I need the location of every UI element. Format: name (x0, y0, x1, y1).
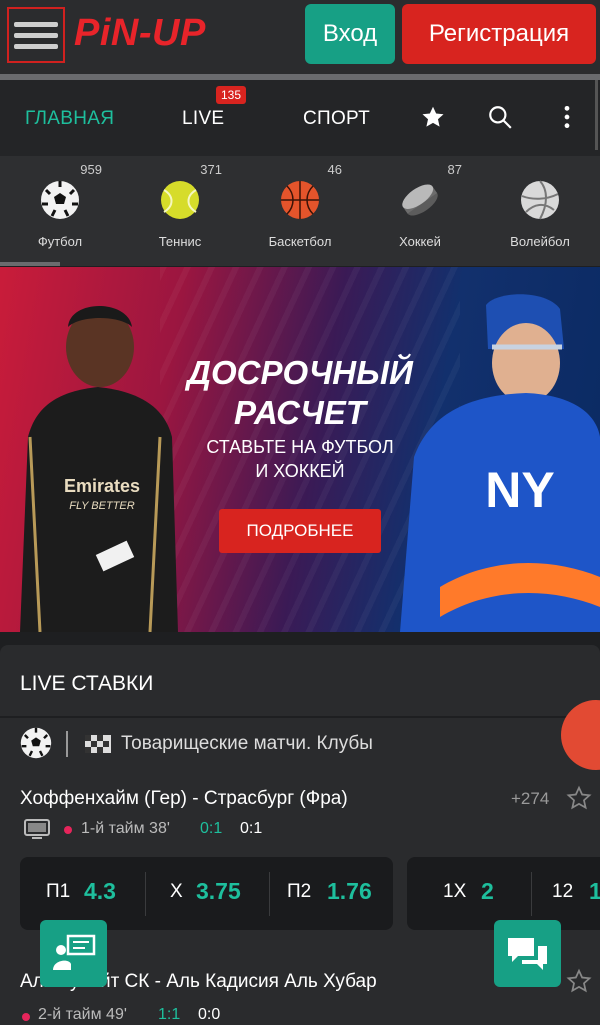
sport-count: 959 (80, 162, 102, 177)
sport-count: 371 (200, 162, 222, 177)
banner-more-button[interactable]: ПОДРОБНЕЕ (219, 509, 381, 553)
match-period: 2-й тайм 49' (38, 1006, 127, 1023)
top-header: PiN-UP Вход Регистрация (0, 0, 600, 74)
sport-label: Теннис (158, 234, 202, 249)
match-half-score: 0:1 (200, 820, 223, 837)
search-icon[interactable] (487, 104, 513, 130)
sport-item-football[interactable]: 959 Футбол (0, 156, 120, 266)
page-scrollbar[interactable] (595, 80, 598, 150)
match-score: 0:0 (198, 1006, 221, 1023)
odd-label: П2 (287, 881, 312, 902)
odd-value: 1.76 (327, 878, 372, 904)
more-vertical-icon[interactable] (560, 104, 574, 130)
odd-label: 12 (552, 881, 574, 902)
sport-label: Футбол (37, 234, 83, 249)
tv-icon[interactable] (24, 819, 50, 839)
hamburger-icon[interactable] (7, 7, 65, 63)
odd-value: 4.3 (84, 878, 116, 904)
match-period: 1-й тайм 38' (81, 820, 170, 837)
live-count-badge: 135 (216, 86, 247, 104)
league-name: Товарищеские матчи. Клубы (121, 733, 373, 754)
sports-carousel: 959 Футбол 371 Теннис 46 Баскетбол 87 Хо… (0, 156, 600, 266)
sport-count: 46 (327, 162, 342, 177)
banner-sub-line2: И ХОККЕЙ (255, 461, 345, 481)
jersey-sponsor: Emirates (64, 476, 140, 496)
favorite-star-icon[interactable] (566, 968, 592, 994)
sport-label: Баскетбол (268, 234, 332, 249)
live-indicator (22, 1013, 30, 1021)
hockey-player-image: NY (400, 294, 600, 632)
jersey-logo: NY (485, 462, 554, 518)
presentation-fab-button[interactable] (40, 920, 107, 987)
banner-title-line1: ДОСРОЧНЫЙ (187, 354, 413, 391)
sport-item-hockey[interactable]: 87 Хоккей (360, 156, 480, 266)
sport-item-tennis[interactable]: 371 Теннис (120, 156, 240, 266)
sport-label: Хоккей (399, 234, 441, 249)
presentation-icon (53, 934, 96, 970)
football-player-image: Emirates FLY BETTER (20, 306, 178, 632)
odd-p2[interactable]: П2 1.76 (269, 857, 393, 930)
banner-sub-line1: СТАВЬТЕ НА ФУТБОЛ (206, 437, 394, 457)
soccer-ball-icon (41, 181, 79, 219)
world-flag-icon (85, 735, 111, 753)
odd-label: X (170, 881, 183, 902)
match-score: 0:1 (240, 820, 263, 837)
sport-count: 87 (447, 162, 462, 177)
odd-label: 1X (443, 881, 467, 902)
live-section-title: LIVE СТАВКИ (20, 672, 154, 695)
odd-value: 3.75 (196, 878, 241, 904)
register-button[interactable]: Регистрация (402, 4, 596, 64)
login-button[interactable]: Вход (305, 4, 395, 64)
chat-fab-button[interactable] (494, 920, 561, 987)
live-indicator (64, 826, 72, 834)
promo-banner[interactable]: Emirates FLY BETTER NY ДОСРОЧНЫЙ РАСЧЕТ … (0, 267, 600, 632)
nav-tab-live[interactable]: LIVE (182, 108, 224, 130)
match-half-score: 1:1 (158, 1006, 181, 1023)
sport-label: Волейбол (510, 234, 570, 249)
star-icon[interactable] (420, 104, 446, 130)
burger-bar-1 (14, 21, 58, 27)
banner-subtitle: СТАВЬТЕ НА ФУТБОЛ И ХОККЕЙ (180, 435, 420, 483)
match-status: 1-й тайм 38' 0:1 0:1 (20, 818, 420, 842)
league-separator (66, 731, 68, 757)
banner-title-line2: РАСЧЕТ (234, 394, 366, 431)
nav-tab-home[interactable]: ГЛАВНАЯ (25, 108, 114, 130)
main-nav: ГЛАВНАЯ LIVE 135 СПОРТ (0, 80, 600, 156)
jersey-sponsor-sub: FLY BETTER (69, 500, 134, 512)
league-header[interactable]: Товарищеские матчи. Клубы (20, 727, 580, 761)
volleyball-icon (521, 180, 559, 220)
section-divider (0, 716, 600, 718)
brand-logo[interactable]: PiN-UP (74, 12, 206, 55)
nav-tab-sport[interactable]: СПОРТ (303, 108, 370, 130)
tennis-ball-icon (161, 181, 199, 219)
sport-item-basketball[interactable]: 46 Баскетбол (240, 156, 360, 266)
odd-label: П1 (46, 881, 71, 902)
soccer-ball-icon (20, 727, 52, 759)
page: PiN-UP Вход Регистрация ГЛАВНАЯ LIVE 135… (0, 0, 600, 1025)
burger-bar-2 (14, 32, 58, 38)
sports-scroll-indicator (0, 262, 60, 266)
odd-x[interactable]: X 3.75 (145, 857, 269, 930)
odd-value: 2 (481, 878, 494, 904)
chat-icon (508, 938, 547, 970)
hockey-puck-icon (402, 184, 438, 216)
banner-title: ДОСРОЧНЫЙ РАСЧЕТ (180, 353, 420, 433)
sport-item-volleyball[interactable]: Волейбол (480, 156, 600, 266)
match-title[interactable]: Хоффенхайм (Гер) - Страсбург (Фра) (20, 788, 348, 810)
basketball-icon (281, 181, 319, 219)
more-markets-count[interactable]: +274 (511, 789, 549, 809)
favorite-star-icon[interactable] (566, 785, 592, 811)
match-status: 2-й тайм 49' 1:1 0:0 (20, 1003, 420, 1025)
burger-bar-3 (14, 43, 58, 49)
odd-value: 1 (589, 878, 600, 904)
